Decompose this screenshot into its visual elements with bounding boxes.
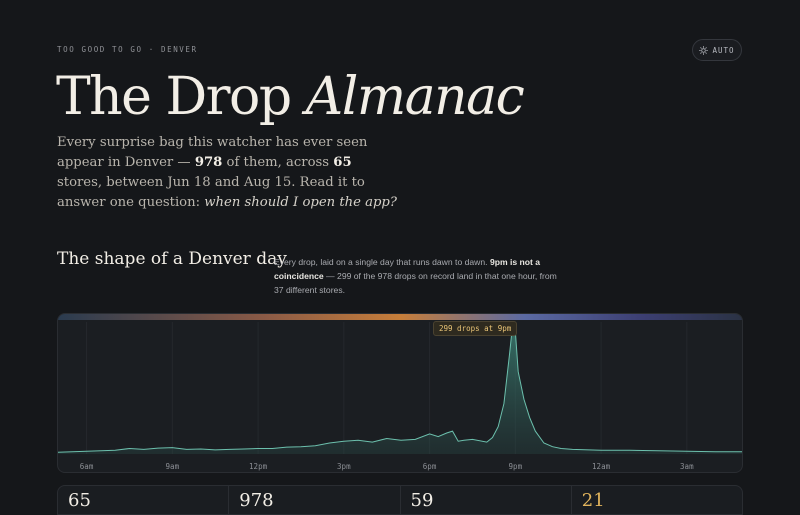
x-tick-label: 3am [680, 462, 694, 471]
x-tick-label: 9pm [509, 462, 523, 471]
page-title: The Drop Almanac [56, 63, 525, 131]
daylight-gradient-bar [58, 314, 742, 320]
drops-line [58, 324, 742, 453]
theme-auto-button[interactable]: AUTO [692, 39, 742, 61]
x-tick-label: 3pm [337, 462, 351, 471]
sun-icon [699, 45, 709, 55]
gridlines [86, 322, 688, 454]
stat-stores: 65 [58, 486, 230, 514]
x-tick-label: 9am [166, 462, 180, 471]
drops-area [58, 326, 742, 454]
x-tick-label: 6am [80, 462, 94, 471]
intro-text-2: of them, across [222, 155, 334, 170]
x-tick-label: 12pm [249, 462, 268, 471]
intro-question: when should I open the app? [204, 195, 397, 210]
note-text-1: Every drop, laid on a single day that ru… [274, 257, 490, 267]
intro-store-count: 65 [333, 155, 352, 170]
day-chart: 6am 9am 12pm 3pm 6pm 9pm 12am 3am [57, 313, 743, 473]
x-tick-label: 12am [592, 462, 611, 471]
stats-row: 65 978 59 21 [57, 485, 743, 515]
stat-drops: 978 [229, 486, 401, 514]
x-axis-ticks: 6am 9am 12pm 3pm 6pm 9pm 12am 3am [80, 462, 694, 471]
day-chart-svg: 6am 9am 12pm 3pm 6pm 9pm 12am 3am [58, 314, 742, 471]
x-tick-label: 6pm [423, 462, 437, 471]
theme-auto-label: AUTO [712, 45, 735, 55]
section-title: The shape of a Denver day [57, 249, 287, 269]
stat-fourth: 21 [581, 490, 605, 511]
title-main: The Drop [56, 67, 306, 127]
section-note: Every drop, laid on a single day that ru… [274, 255, 566, 297]
peak-annotation: 299 drops at 9pm [433, 321, 518, 336]
eyebrow-label: TOO GOOD TO GO · DENVER [57, 45, 198, 54]
stat-third: 59 [401, 486, 572, 514]
intro-drop-count: 978 [194, 155, 223, 170]
intro-paragraph: Every surprise bag this watcher has ever… [57, 133, 397, 213]
title-italic: Almanac [305, 67, 525, 127]
